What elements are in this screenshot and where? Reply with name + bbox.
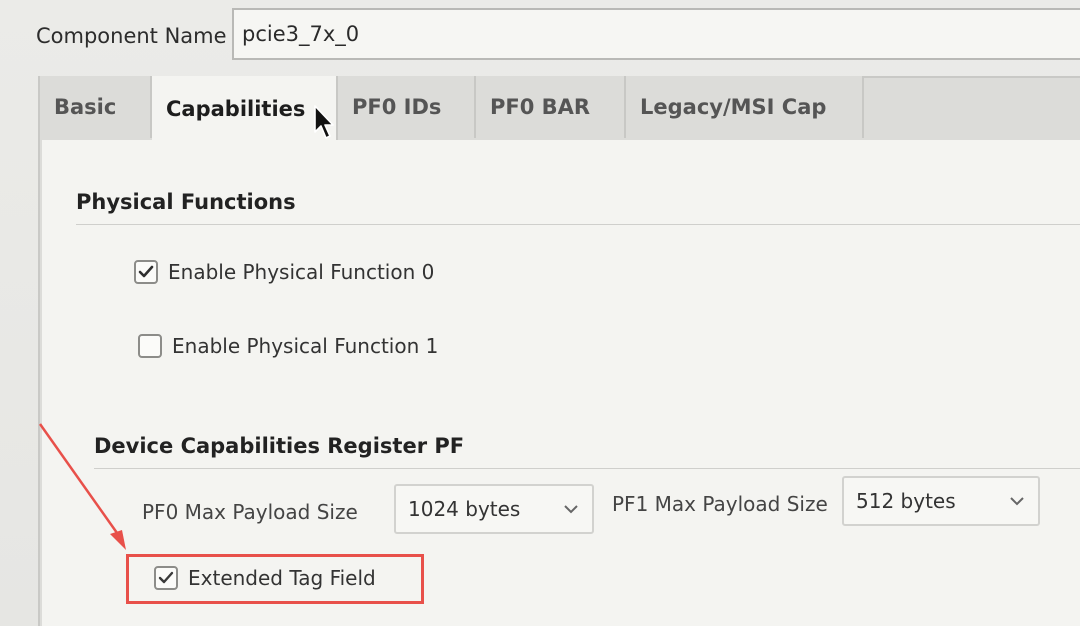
pf0-max-payload-select[interactable]: 1024 bytes — [394, 484, 594, 534]
tab-pf0-ids[interactable]: PF0 IDs — [338, 76, 476, 138]
pcie-ip-customization-window: Component Name Basic Capabilities PF0 ID… — [0, 0, 1080, 626]
pf0-max-payload-label: PF0 Max Payload Size — [142, 500, 358, 524]
tab-pf0-bar[interactable]: PF0 BAR — [476, 76, 626, 138]
chevron-down-icon — [1010, 497, 1024, 506]
component-name-field[interactable] — [232, 8, 1080, 60]
pf1-enable-checkbox[interactable] — [138, 334, 162, 358]
mouse-pointer-icon — [314, 105, 334, 139]
pf0-enable-checkbox[interactable] — [134, 260, 158, 284]
section-divider — [94, 468, 1080, 469]
tab-basic[interactable]: Basic — [40, 76, 152, 138]
section-divider — [76, 224, 1080, 225]
device-capabilities-heading: Device Capabilities Register PF — [94, 434, 465, 458]
component-name-label: Component Name — [36, 24, 227, 48]
check-icon — [138, 265, 154, 278]
pf0-max-payload-value: 1024 bytes — [408, 497, 521, 521]
tab-bar: Basic Capabilities PF0 IDs PF0 BAR Legac… — [40, 76, 864, 142]
pf1-enable-row: Enable Physical Function 1 — [138, 334, 438, 358]
pf0-enable-row: Enable Physical Function 0 — [134, 260, 434, 284]
pf0-enable-label: Enable Physical Function 0 — [168, 260, 435, 284]
pf1-max-payload-label: PF1 Max Payload Size — [612, 492, 828, 516]
pf1-max-payload-value: 512 bytes — [856, 489, 956, 513]
tab-legacy-msi-cap[interactable]: Legacy/MSI Cap — [626, 76, 864, 138]
pf1-enable-label: Enable Physical Function 1 — [172, 334, 439, 358]
annotation-highlight-box — [126, 554, 424, 604]
tab-capabilities[interactable]: Capabilities — [152, 76, 338, 142]
chevron-down-icon — [564, 505, 578, 514]
physical-functions-heading: Physical Functions — [76, 190, 296, 214]
pf1-max-payload-select[interactable]: 512 bytes — [842, 476, 1040, 526]
